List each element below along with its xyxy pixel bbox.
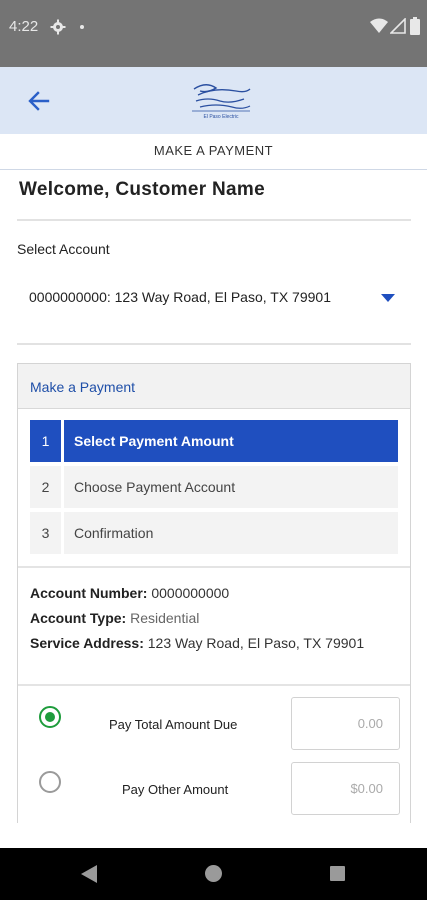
app-header: El Paso Electric: [0, 67, 427, 134]
settings-gear-icon: [50, 19, 66, 35]
account-type-label: Account Type:: [30, 610, 127, 626]
other-amount-input[interactable]: $0.00: [291, 762, 400, 815]
step-number: 1: [30, 420, 61, 462]
account-type-value: Residential: [130, 610, 200, 626]
total-amount-field[interactable]: 0.00: [291, 697, 400, 750]
account-number-label: Account Number:: [30, 585, 148, 601]
service-address-value: 123 Way Road, El Paso, TX 79901: [147, 635, 365, 651]
notification-dot-icon: [80, 25, 84, 29]
nav-recents-icon[interactable]: [330, 866, 345, 881]
account-dropdown-value: 0000000000: 123 Way Road, El Paso, TX 79…: [29, 289, 331, 305]
account-number-row: Account Number: 0000000000: [30, 585, 229, 601]
page-title: MAKE A PAYMENT: [0, 134, 427, 170]
step-label: Select Payment Amount: [64, 420, 398, 462]
step-number: 3: [30, 512, 61, 554]
pay-other-label: Pay Other Amount: [122, 782, 229, 797]
account-type-row: Account Type: Residential: [30, 610, 199, 626]
pay-total-radio[interactable]: [39, 706, 61, 728]
step-number: 2: [30, 466, 61, 508]
back-arrow-icon[interactable]: [26, 89, 52, 113]
system-nav-bar: [0, 848, 427, 900]
step-select-payment-amount[interactable]: 1 Select Payment Amount: [30, 420, 398, 462]
divider: [18, 566, 410, 568]
make-payment-card: Make a Payment 1 Select Payment Amount 2…: [17, 363, 411, 823]
divider: [17, 219, 411, 221]
nav-home-icon[interactable]: [205, 865, 222, 882]
step-choose-payment-account[interactable]: 2 Choose Payment Account: [30, 466, 398, 508]
card-title: Make a Payment: [30, 379, 136, 395]
welcome-heading: Welcome, Customer Name: [19, 179, 265, 200]
step-label: Choose Payment Account: [64, 466, 398, 508]
status-time: 4:22: [9, 18, 39, 35]
logo-subtitle: El Paso Electric: [203, 114, 239, 120]
chevron-down-icon: [381, 294, 395, 302]
wifi-icon: [370, 18, 388, 33]
signal-icon: [390, 18, 406, 34]
pay-other-radio[interactable]: [39, 771, 61, 793]
service-address-label: Service Address:: [30, 635, 144, 651]
step-confirmation[interactable]: 3 Confirmation: [30, 512, 398, 554]
select-account-label: Select Account: [17, 241, 110, 257]
account-dropdown[interactable]: 0000000000: 123 Way Road, El Paso, TX 79…: [17, 278, 411, 318]
pay-total-label: Pay Total Amount Due: [109, 717, 238, 732]
status-bar: 4:22: [0, 0, 427, 67]
service-address-row: Service Address: 123 Way Road, El Paso, …: [30, 635, 364, 651]
card-header: Make a Payment: [18, 364, 410, 409]
account-number-value: 0000000000: [151, 585, 230, 601]
step-label: Confirmation: [64, 512, 398, 554]
divider: [18, 684, 410, 686]
nav-back-icon[interactable]: [80, 864, 98, 884]
divider: [17, 343, 411, 345]
battery-icon: [410, 17, 420, 35]
